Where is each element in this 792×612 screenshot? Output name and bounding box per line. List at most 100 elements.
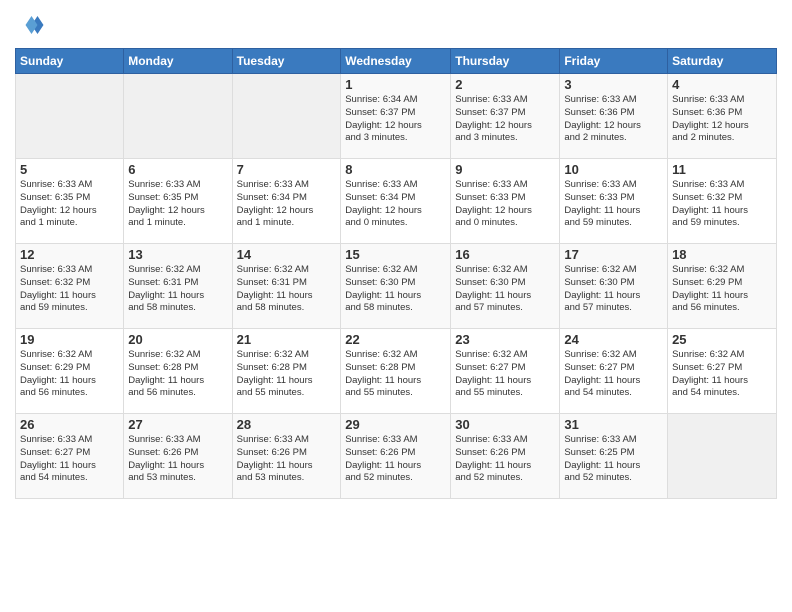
day-number: 30 xyxy=(455,417,555,432)
day-number: 13 xyxy=(128,247,227,262)
calendar-day-header: Thursday xyxy=(451,49,560,74)
day-info: Sunrise: 6:32 AM Sunset: 6:28 PM Dayligh… xyxy=(345,349,446,400)
day-number: 2 xyxy=(455,77,555,92)
day-info: Sunrise: 6:33 AM Sunset: 6:34 PM Dayligh… xyxy=(345,179,446,230)
header xyxy=(15,10,777,40)
calendar-cell: 8 Sunrise: 6:33 AM Sunset: 6:34 PM Daylig… xyxy=(341,159,451,244)
day-info: Sunrise: 6:33 AM Sunset: 6:35 PM Dayligh… xyxy=(128,179,227,230)
calendar-cell: 18Sunrise: 6:32 AM Sunset: 6:29 PM Dayli… xyxy=(668,244,777,329)
calendar-cell: 24Sunrise: 6:32 AM Sunset: 6:27 PM Dayli… xyxy=(560,329,668,414)
day-number: 25 xyxy=(672,332,772,347)
day-info: Sunrise: 6:33 AM Sunset: 6:33 PM Dayligh… xyxy=(455,179,555,230)
day-info: Sunrise: 6:33 AM Sunset: 6:26 PM Dayligh… xyxy=(345,434,446,485)
day-number: 7 xyxy=(237,162,337,177)
day-info: Sunrise: 6:33 AM Sunset: 6:25 PM Dayligh… xyxy=(564,434,663,485)
day-number: 1 xyxy=(345,77,446,92)
day-info: Sunrise: 6:33 AM Sunset: 6:26 PM Dayligh… xyxy=(237,434,337,485)
day-info: Sunrise: 6:33 AM Sunset: 6:36 PM Dayligh… xyxy=(564,94,663,145)
day-number: 21 xyxy=(237,332,337,347)
logo xyxy=(15,10,47,40)
day-number: 20 xyxy=(128,332,227,347)
calendar-cell: 17 Sunrise: 6:32 AM Sunset: 6:30 PM Dayli… xyxy=(560,244,668,329)
calendar-cell: 30 Sunrise: 6:33 AM Sunset: 6:26 PM Dayli… xyxy=(451,414,560,499)
day-info: Sunrise: 6:32 AM Sunset: 6:31 PM Dayligh… xyxy=(128,264,227,315)
calendar-cell: 25 Sunrise: 6:32 AM Sunset: 6:27 PM Dayli… xyxy=(668,329,777,414)
calendar-cell: 11 Sunrise: 6:33 AM Sunset: 6:32 PM Dayli… xyxy=(668,159,777,244)
day-number: 11 xyxy=(672,162,772,177)
calendar-week-row: 26Sunrise: 6:33 AM Sunset: 6:27 PM Dayli… xyxy=(16,414,777,499)
calendar-cell: 31 Sunrise: 6:33 AM Sunset: 6:25 PM Dayli… xyxy=(560,414,668,499)
calendar-cell: 16 Sunrise: 6:32 AM Sunset: 6:30 PM Dayli… xyxy=(451,244,560,329)
logo-icon xyxy=(15,10,45,40)
day-info: Sunrise: 6:33 AM Sunset: 6:36 PM Dayligh… xyxy=(672,94,772,145)
calendar-cell: 12Sunrise: 6:33 AM Sunset: 6:32 PM Dayli… xyxy=(16,244,124,329)
calendar-cell: 21Sunrise: 6:32 AM Sunset: 6:28 PM Dayli… xyxy=(232,329,341,414)
day-info: Sunrise: 6:32 AM Sunset: 6:31 PM Dayligh… xyxy=(237,264,337,315)
calendar-cell: 3 Sunrise: 6:33 AM Sunset: 6:36 PM Daylig… xyxy=(560,74,668,159)
calendar-day-header: Saturday xyxy=(668,49,777,74)
calendar-cell: 13 Sunrise: 6:32 AM Sunset: 6:31 PM Dayli… xyxy=(124,244,232,329)
calendar-cell: 5Sunrise: 6:33 AM Sunset: 6:35 PM Daylig… xyxy=(16,159,124,244)
day-info: Sunrise: 6:33 AM Sunset: 6:26 PM Dayligh… xyxy=(128,434,227,485)
calendar-week-row: 19 Sunrise: 6:32 AM Sunset: 6:29 PM Dayli… xyxy=(16,329,777,414)
day-number: 29 xyxy=(345,417,446,432)
page: SundayMondayTuesdayWednesdayThursdayFrid… xyxy=(0,0,792,612)
day-number: 4 xyxy=(672,77,772,92)
calendar-cell: 28 Sunrise: 6:33 AM Sunset: 6:26 PM Dayli… xyxy=(232,414,341,499)
calendar-cell: 4 Sunrise: 6:33 AM Sunset: 6:36 PM Daylig… xyxy=(668,74,777,159)
day-number: 23 xyxy=(455,332,555,347)
day-number: 17 xyxy=(564,247,663,262)
day-number: 10 xyxy=(564,162,663,177)
day-info: Sunrise: 6:33 AM Sunset: 6:34 PM Dayligh… xyxy=(237,179,337,230)
day-info: Sunrise: 6:32 AM Sunset: 6:29 PM Dayligh… xyxy=(20,349,119,400)
day-info: Sunrise: 6:32 AM Sunset: 6:30 PM Dayligh… xyxy=(455,264,555,315)
calendar-cell: 29 Sunrise: 6:33 AM Sunset: 6:26 PM Dayli… xyxy=(341,414,451,499)
calendar-cell: 14 Sunrise: 6:32 AM Sunset: 6:31 PM Dayli… xyxy=(232,244,341,329)
day-info: Sunrise: 6:33 AM Sunset: 6:32 PM Dayligh… xyxy=(672,179,772,230)
calendar-cell: 2 Sunrise: 6:33 AM Sunset: 6:37 PM Daylig… xyxy=(451,74,560,159)
calendar-cell xyxy=(232,74,341,159)
day-number: 31 xyxy=(564,417,663,432)
calendar-day-header: Sunday xyxy=(16,49,124,74)
day-number: 3 xyxy=(564,77,663,92)
day-number: 22 xyxy=(345,332,446,347)
day-info: Sunrise: 6:32 AM Sunset: 6:27 PM Dayligh… xyxy=(455,349,555,400)
day-number: 14 xyxy=(237,247,337,262)
day-number: 15 xyxy=(345,247,446,262)
calendar-cell: 15 Sunrise: 6:32 AM Sunset: 6:30 PM Dayli… xyxy=(341,244,451,329)
calendar-cell: 26Sunrise: 6:33 AM Sunset: 6:27 PM Dayli… xyxy=(16,414,124,499)
day-info: Sunrise: 6:32 AM Sunset: 6:27 PM Dayligh… xyxy=(672,349,772,400)
day-info: Sunrise: 6:32 AM Sunset: 6:30 PM Dayligh… xyxy=(345,264,446,315)
calendar-cell: 19 Sunrise: 6:32 AM Sunset: 6:29 PM Dayli… xyxy=(16,329,124,414)
calendar-week-row: 5 Sunrise: 6:33 AM Sunset: 6:35 PM Daylig… xyxy=(16,159,777,244)
calendar-cell: 20Sunrise: 6:32 AM Sunset: 6:28 PM Dayli… xyxy=(124,329,232,414)
calendar-table: SundayMondayTuesdayWednesdayThursdayFrid… xyxy=(15,48,777,499)
day-number: 19 xyxy=(20,332,119,347)
calendar-cell xyxy=(124,74,232,159)
day-number: 28 xyxy=(237,417,337,432)
day-number: 16 xyxy=(455,247,555,262)
calendar-cell: 10 Sunrise: 6:33 AM Sunset: 6:33 PM Dayli… xyxy=(560,159,668,244)
day-number: 27 xyxy=(128,417,227,432)
day-number: 12 xyxy=(20,247,119,262)
day-number: 5 xyxy=(20,162,119,177)
day-info: Sunrise: 6:33 AM Sunset: 6:37 PM Dayligh… xyxy=(455,94,555,145)
day-number: 18 xyxy=(672,247,772,262)
calendar-day-header: Wednesday xyxy=(341,49,451,74)
calendar-cell: 9 Sunrise: 6:33 AM Sunset: 6:33 PM Daylig… xyxy=(451,159,560,244)
day-info: Sunrise: 6:33 AM Sunset: 6:27 PM Dayligh… xyxy=(20,434,119,485)
calendar-week-row: 1 Sunrise: 6:34 AM Sunset: 6:37 PM Daylig… xyxy=(16,74,777,159)
day-info: Sunrise: 6:33 AM Sunset: 6:26 PM Dayligh… xyxy=(455,434,555,485)
calendar-cell: 7 Sunrise: 6:33 AM Sunset: 6:34 PM Daylig… xyxy=(232,159,341,244)
day-number: 9 xyxy=(455,162,555,177)
calendar-cell: 23 Sunrise: 6:32 AM Sunset: 6:27 PM Dayli… xyxy=(451,329,560,414)
day-info: Sunrise: 6:32 AM Sunset: 6:27 PM Dayligh… xyxy=(564,349,663,400)
day-info: Sunrise: 6:34 AM Sunset: 6:37 PM Dayligh… xyxy=(345,94,446,145)
day-info: Sunrise: 6:33 AM Sunset: 6:33 PM Dayligh… xyxy=(564,179,663,230)
day-info: Sunrise: 6:32 AM Sunset: 6:30 PM Dayligh… xyxy=(564,264,663,315)
calendar-cell: 6Sunrise: 6:33 AM Sunset: 6:35 PM Daylig… xyxy=(124,159,232,244)
calendar-cell: 22 Sunrise: 6:32 AM Sunset: 6:28 PM Dayli… xyxy=(341,329,451,414)
calendar-header-row: SundayMondayTuesdayWednesdayThursdayFrid… xyxy=(16,49,777,74)
calendar-cell: 1 Sunrise: 6:34 AM Sunset: 6:37 PM Daylig… xyxy=(341,74,451,159)
day-number: 8 xyxy=(345,162,446,177)
